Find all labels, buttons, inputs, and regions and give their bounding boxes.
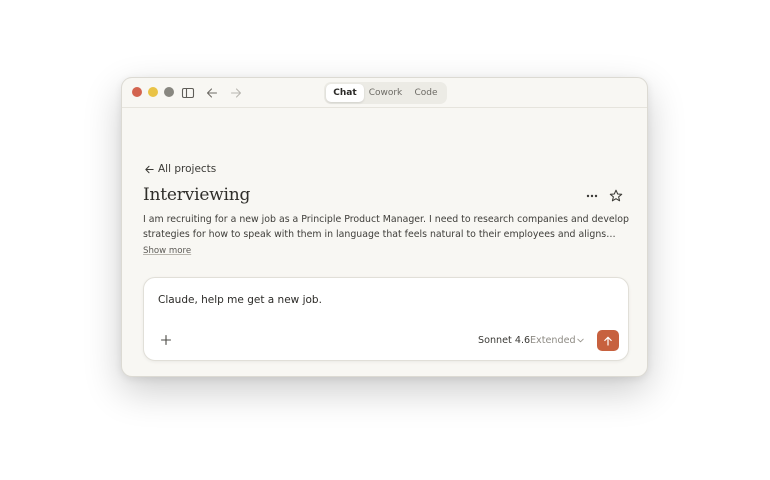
- back-arrow-icon[interactable]: [204, 85, 220, 101]
- message-input[interactable]: Claude, help me get a new job.: [158, 294, 322, 306]
- all-projects-link[interactable]: All projects: [144, 161, 216, 177]
- tab-code[interactable]: Code: [407, 84, 445, 102]
- project-title: Interviewing: [143, 185, 251, 205]
- title-bar: Chat Cowork Code: [122, 78, 647, 108]
- model-selector[interactable]: Sonnet 4.6: [478, 335, 530, 346]
- zoom-window-button[interactable]: [164, 87, 174, 97]
- show-more-link[interactable]: Show more: [143, 246, 191, 256]
- thinking-mode-selector[interactable]: Extended: [530, 335, 576, 346]
- plus-icon[interactable]: [158, 332, 174, 348]
- minimize-window-button[interactable]: [148, 87, 158, 97]
- arrow-up-icon: [604, 336, 612, 346]
- tab-chat[interactable]: Chat: [326, 84, 364, 102]
- chevron-down-icon[interactable]: [576, 336, 585, 345]
- chat-composer[interactable]: Claude, help me get a new job. Sonnet 4.…: [143, 277, 629, 361]
- mode-tabs: Chat Cowork Code: [324, 82, 447, 104]
- forward-arrow-icon[interactable]: [228, 85, 244, 101]
- star-icon[interactable]: [608, 188, 624, 204]
- tab-cowork[interactable]: Cowork: [365, 84, 406, 102]
- project-description: I am recruiting for a new job as a Princ…: [143, 214, 629, 240]
- arrow-left-icon: [145, 165, 154, 173]
- app-window: Chat Cowork Code All projects Interviewi…: [121, 77, 648, 377]
- all-projects-label: All projects: [158, 163, 217, 175]
- send-button[interactable]: [597, 330, 619, 351]
- sidebar-toggle-icon[interactable]: [180, 85, 196, 101]
- ellipsis-icon[interactable]: [584, 188, 600, 204]
- close-window-button[interactable]: [132, 87, 142, 97]
